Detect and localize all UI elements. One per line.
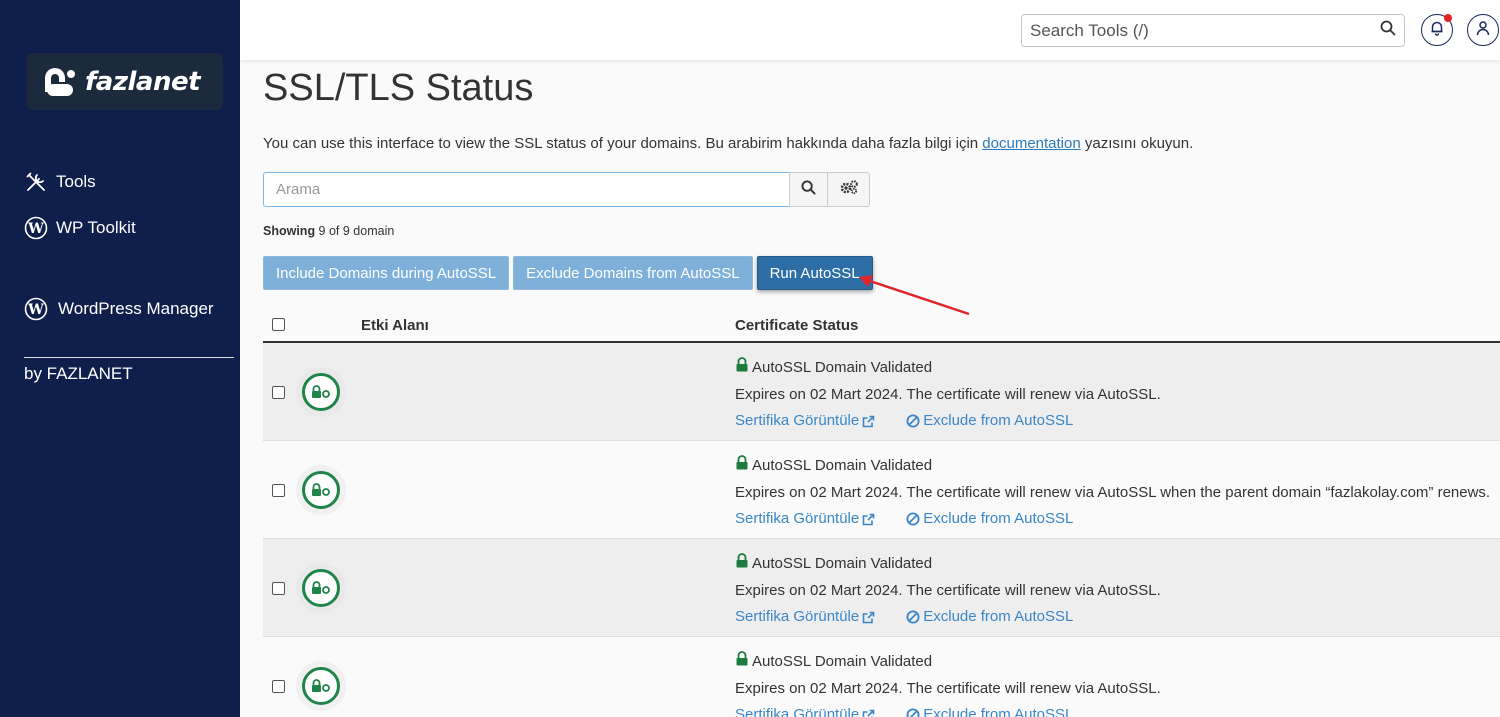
domain-search-input[interactable]	[263, 172, 790, 207]
notification-badge	[1444, 14, 1452, 22]
table-row: AutoSSL Domain Validated Expires on 02 M…	[263, 441, 1500, 539]
exclude-from-autossl-link[interactable]: Exclude from AutoSSL	[903, 702, 1073, 717]
main-content: SSL/TLS Status You can use this interfac…	[240, 60, 1500, 717]
fazlanet-logo-icon	[39, 62, 79, 102]
row-checkbox[interactable]	[272, 386, 285, 399]
brand-name: fazlanet	[85, 66, 201, 97]
bell-icon	[1429, 20, 1445, 41]
expiry-text: Expires on 02 Mart 2024. The certificate…	[735, 483, 1491, 501]
search-icon	[801, 179, 816, 200]
sidebar-nav: Tools W WP Toolkit W WordPress Manager b…	[24, 168, 234, 408]
table-row: AutoSSL Domain Validated Expires on 02 M…	[263, 343, 1500, 441]
page-title: SSL/TLS Status	[263, 67, 534, 109]
documentation-link[interactable]: documentation	[982, 135, 1080, 152]
sidebar-item-label: WordPress Manager	[58, 298, 214, 318]
select-all-checkbox[interactable]	[272, 318, 285, 331]
sidebar-item-tools[interactable]: Tools	[24, 168, 234, 196]
column-header-status[interactable]: Certificate Status	[735, 317, 858, 334]
view-certificate-link[interactable]: Sertifika Görüntüle	[735, 702, 875, 717]
view-certificate-link[interactable]: Sertifika Görüntüle	[735, 604, 875, 631]
intro-text: You can use this interface to view the S…	[263, 135, 983, 152]
lock-icon	[302, 569, 340, 607]
sidebar-item-label: Tools	[56, 172, 96, 191]
view-certificate-link[interactable]: Sertifika Görüntüle	[735, 408, 875, 435]
sidebar-item-wp-toolkit[interactable]: W WP Toolkit	[24, 214, 234, 242]
external-link-icon	[862, 513, 875, 526]
status-label: AutoSSL Domain Validated	[752, 457, 933, 474]
ban-icon	[906, 708, 920, 717]
sidebar: fazlanet Tools W WP Toolkit W WordPress …	[0, 0, 240, 717]
ban-icon	[906, 414, 920, 428]
lock-icon	[302, 667, 340, 705]
user-icon	[1475, 20, 1491, 41]
search-tools-box[interactable]	[1021, 14, 1405, 47]
settings-button[interactable]	[827, 172, 870, 207]
domains-table: Etki Alanı Certificate Status AutoSSL Do…	[263, 308, 1500, 717]
svg-text:W: W	[27, 302, 44, 318]
results-count: Showing 9 of 9 domain	[263, 224, 394, 238]
expiry-text: Expires on 02 Mart 2024. The certificate…	[735, 581, 1161, 599]
exclude-from-autossl-link[interactable]: Exclude from AutoSSL	[903, 506, 1073, 533]
exclude-domains-button[interactable]: Exclude Domains from AutoSSL	[513, 256, 753, 290]
row-checkbox[interactable]	[272, 484, 285, 497]
table-row: AutoSSL Domain Validated Expires on 02 M…	[263, 539, 1500, 637]
topbar	[240, 0, 1500, 60]
ban-icon	[906, 512, 920, 526]
status-label: AutoSSL Domain Validated	[752, 653, 933, 670]
certificate-status: AutoSSL Domain Validated Expires on 02 M…	[735, 649, 1161, 717]
results-count-value: 9 of 9 domain	[315, 224, 395, 238]
results-count-label: Showing	[263, 224, 316, 238]
search-tools-input[interactable]	[1030, 20, 1380, 41]
lock-icon	[302, 373, 340, 411]
action-buttons: Include Domains during AutoSSL Exclude D…	[263, 256, 877, 290]
view-certificate-link[interactable]: Sertifika Görüntüle	[735, 506, 875, 533]
status-label: AutoSSL Domain Validated	[752, 555, 933, 572]
exclude-from-autossl-link[interactable]: Exclude from AutoSSL	[903, 604, 1073, 631]
external-link-icon	[862, 611, 875, 624]
certificate-status: AutoSSL Domain Validated Expires on 02 M…	[735, 551, 1161, 631]
external-link-icon	[862, 415, 875, 428]
lock-icon	[735, 453, 749, 480]
expiry-text: Expires on 02 Mart 2024. The certificate…	[735, 385, 1161, 403]
table-header: Etki Alanı Certificate Status	[263, 308, 1500, 343]
lock-icon	[735, 551, 749, 578]
sidebar-item-wordpress-manager[interactable]: W WordPress Manager by FAZLANET	[24, 260, 234, 390]
wordpress-icon: W	[24, 216, 48, 240]
certificate-status: AutoSSL Domain Validated Expires on 02 M…	[735, 453, 1490, 533]
wordpress-icon: W	[24, 297, 48, 321]
notifications-button[interactable]	[1421, 14, 1453, 46]
lock-icon	[735, 649, 749, 676]
certificate-status: AutoSSL Domain Validated Expires on 02 M…	[735, 355, 1161, 435]
row-checkbox[interactable]	[272, 680, 285, 693]
domain-filter	[263, 172, 870, 207]
status-label: AutoSSL Domain Validated	[752, 359, 933, 376]
include-domains-button[interactable]: Include Domains during AutoSSL	[263, 256, 510, 290]
expiry-text: Expires on 02 Mart 2024. The certificate…	[735, 679, 1161, 697]
page-description: You can use this interface to view the S…	[263, 135, 1193, 152]
ban-icon	[906, 610, 920, 624]
row-checkbox[interactable]	[272, 582, 285, 595]
gears-icon	[839, 179, 859, 200]
table-row: AutoSSL Domain Validated Expires on 02 M…	[263, 637, 1500, 717]
ssl-status-badge	[296, 367, 346, 417]
search-icon[interactable]	[1380, 20, 1396, 41]
svg-text:W: W	[27, 221, 44, 237]
ssl-status-badge	[296, 563, 346, 613]
tools-icon	[24, 170, 48, 194]
ssl-status-badge	[296, 661, 346, 711]
ssl-status-badge	[296, 465, 346, 515]
user-menu-button[interactable]	[1467, 14, 1499, 46]
column-header-domain[interactable]: Etki Alanı	[361, 317, 429, 334]
sidebar-item-sublabel: by FAZLANET	[24, 364, 133, 383]
intro-text-end: yazısını okuyun.	[1080, 135, 1194, 152]
lock-icon	[302, 471, 340, 509]
external-link-icon	[862, 709, 875, 717]
search-button[interactable]	[789, 172, 828, 207]
exclude-from-autossl-link[interactable]: Exclude from AutoSSL	[903, 408, 1073, 435]
lock-icon	[735, 355, 749, 382]
brand-logo[interactable]: fazlanet	[27, 53, 223, 110]
sidebar-item-label: WP Toolkit	[56, 218, 136, 237]
